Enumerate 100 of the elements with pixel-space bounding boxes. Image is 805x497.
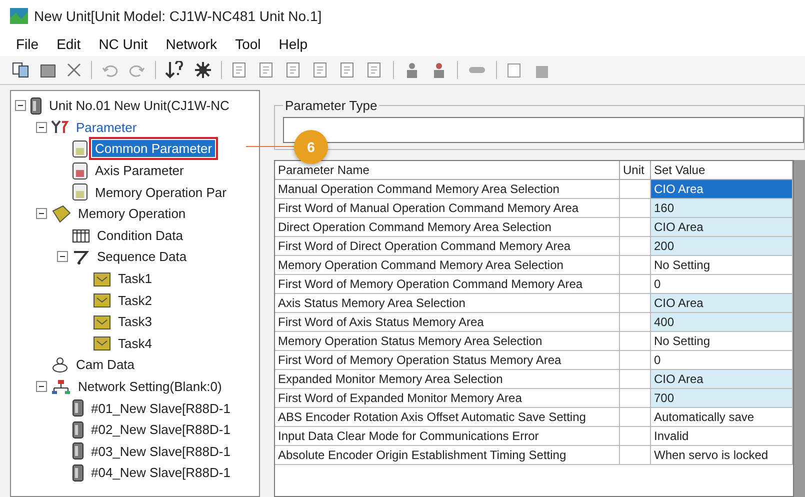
table-cell xyxy=(620,218,651,237)
value-cell[interactable]: CIO Area xyxy=(651,218,793,237)
tree-item[interactable]: Memory Operation xyxy=(75,205,189,222)
collapse-toggle[interactable] xyxy=(15,100,26,112)
parameter-type-field[interactable] xyxy=(283,117,804,143)
value-cell[interactable]: CIO Area xyxy=(651,180,793,199)
value-cell[interactable]: No Setting xyxy=(651,332,793,351)
table-cell: Axis Status Memory Area Selection xyxy=(275,294,620,313)
table-cell xyxy=(620,389,651,408)
table-cell: Memory Operation Status Memory Area Selection xyxy=(275,332,620,351)
tree-item[interactable]: Common Parameter xyxy=(92,140,216,158)
tree-item[interactable]: Task3 xyxy=(115,313,155,330)
tree-item[interactable]: Parameter xyxy=(73,118,140,136)
value-cell[interactable]: 160 xyxy=(651,199,793,218)
tree-item[interactable]: Sequence Data xyxy=(94,248,190,266)
tree-item[interactable]: #03_New Slave[R88D-1 xyxy=(88,442,234,460)
table-cell: Direct Operation Command Memory Area Selection xyxy=(275,218,620,237)
value-cell[interactable]: 0 xyxy=(651,351,793,370)
collapse-toggle[interactable] xyxy=(36,381,47,392)
device-icon xyxy=(72,464,84,482)
table-cell: Manual Operation Command Memory Area Selection xyxy=(275,180,620,199)
app-icon xyxy=(10,8,28,24)
column-header[interactable]: Unit xyxy=(620,161,651,180)
tree-item[interactable]: Memory Operation Par xyxy=(92,184,230,201)
value-cell[interactable]: 700 xyxy=(651,389,793,408)
tree-item[interactable]: Axis Parameter xyxy=(92,162,187,180)
document-icon xyxy=(72,183,88,202)
table-cell xyxy=(620,351,651,370)
menu-item[interactable]: NC Unit xyxy=(98,36,148,52)
leader-line xyxy=(246,146,294,147)
folder-icon xyxy=(93,292,111,308)
collapse-toggle[interactable] xyxy=(36,208,47,220)
table-icon xyxy=(72,227,90,244)
network-icon xyxy=(51,378,71,395)
table-cell: First Word of Axis Status Memory Area xyxy=(275,313,620,332)
menu-item[interactable]: Network xyxy=(166,36,218,52)
sort-icon[interactable] xyxy=(165,61,185,79)
menu-item[interactable]: Tool xyxy=(235,36,261,52)
menu-item[interactable]: File xyxy=(16,36,39,52)
value-cell[interactable]: 200 xyxy=(651,237,793,256)
table-cell xyxy=(620,427,651,446)
tree-item[interactable]: #02_New Slave[R88D-1 xyxy=(88,421,234,438)
table-cell xyxy=(620,370,651,389)
table-cell: Memory Operation Command Memory Area Selection xyxy=(275,256,620,275)
tree-item[interactable]: Unit No.01 New Unit(CJ1W-NC xyxy=(46,97,232,114)
table-cell: ABS Encoder Rotation Axis Offset Automatic Save Setting xyxy=(275,408,620,427)
column-header[interactable]: Set Value xyxy=(651,161,793,180)
scrollbar[interactable] xyxy=(794,160,805,497)
tree-item[interactable]: Task4 xyxy=(115,334,155,352)
menu-item[interactable]: Edit xyxy=(56,36,81,52)
value-cell[interactable]: Automatically save xyxy=(651,408,793,427)
value-cell[interactable]: CIO Area xyxy=(651,370,793,389)
table-cell: Input Data Clear Mode for Communications Error xyxy=(275,427,620,446)
gear-icon[interactable] xyxy=(194,61,212,79)
table-cell xyxy=(620,313,651,332)
window-title: New Unit[Unit Model: CJ1W-NC481 Unit No.1] xyxy=(34,8,322,24)
table-cell xyxy=(620,199,651,218)
tree-item[interactable]: Task2 xyxy=(115,292,155,309)
tree-item[interactable]: #01_New Slave[R88D-1 xyxy=(88,400,234,417)
table-cell xyxy=(620,256,651,275)
copy-icon[interactable] xyxy=(12,62,30,78)
table-cell xyxy=(620,446,651,465)
tree-item[interactable]: Network Setting(Blank:0) xyxy=(75,378,225,396)
folder-icon xyxy=(93,270,111,287)
table-cell: Expanded Monitor Memory Area Selection xyxy=(275,370,620,389)
close-icon[interactable] xyxy=(66,62,82,78)
device-icon xyxy=(72,399,84,418)
column-header[interactable]: Parameter Name xyxy=(275,161,620,180)
table-cell xyxy=(620,180,651,199)
device-icon xyxy=(72,442,84,460)
tree-item[interactable]: #04_New Slave[R88D-1 xyxy=(88,464,234,482)
value-cell[interactable]: No Setting xyxy=(651,256,793,275)
table-cell xyxy=(620,237,651,256)
table-cell xyxy=(620,408,651,427)
tree-item[interactable]: Task1 xyxy=(115,270,155,288)
device-icon xyxy=(72,420,84,439)
document-icon xyxy=(72,162,88,180)
group-label: Parameter Type xyxy=(284,98,378,113)
tree-item[interactable]: Cam Data xyxy=(73,356,138,374)
sequence-icon xyxy=(72,248,90,265)
value-cell[interactable]: Invalid xyxy=(651,427,793,446)
collapse-toggle[interactable] xyxy=(36,122,47,133)
value-cell[interactable]: CIO Area xyxy=(651,294,793,313)
folder-icon xyxy=(93,314,111,330)
table-cell: First Word of Direct Operation Command Memory Area xyxy=(275,237,620,256)
menu-item[interactable]: Help xyxy=(278,36,308,52)
value-cell[interactable]: 0 xyxy=(651,275,793,294)
table-cell: First Word of Memory Operation Status Memory Area xyxy=(275,351,620,370)
collapse-toggle[interactable] xyxy=(57,251,68,262)
parameter-icon xyxy=(51,119,69,136)
tree-item[interactable]: Condition Data xyxy=(94,226,186,244)
table-cell xyxy=(620,275,651,294)
chip-icon xyxy=(51,204,71,223)
value-cell[interactable]: 400 xyxy=(651,313,793,332)
value-cell[interactable]: When servo is locked xyxy=(651,446,793,465)
device-icon xyxy=(30,96,42,115)
table-cell: First Word of Manual Operation Command Memory Area xyxy=(275,199,620,218)
table-cell xyxy=(620,332,651,351)
table-cell: First Word of Memory Operation Command Memory Area xyxy=(275,275,620,294)
table-cell: First Word of Expanded Monitor Memory Area xyxy=(275,389,620,408)
